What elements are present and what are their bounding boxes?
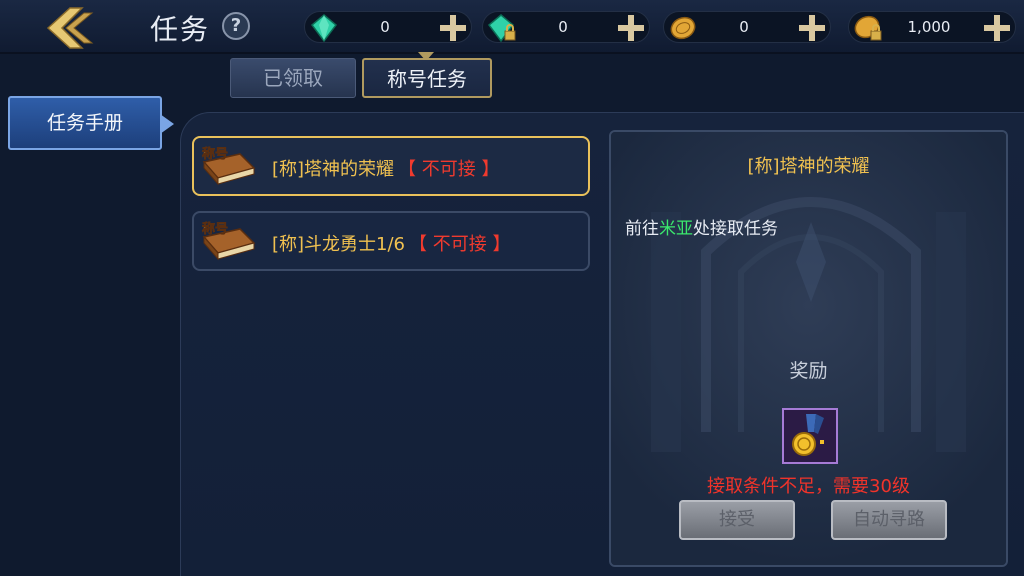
task-title: [称]塔神的荣耀 bbox=[272, 159, 395, 180]
add-bound-diamond-button[interactable] bbox=[615, 12, 647, 44]
page-title: 任务 bbox=[150, 13, 211, 46]
detail-description: 前往米亚处接取任务 bbox=[625, 214, 778, 239]
currency-value: 1,000 bbox=[907, 18, 951, 36]
desc-text: 处接取任务 bbox=[693, 219, 778, 239]
title-book-icon: 称号 bbox=[202, 146, 256, 186]
medal-icon bbox=[792, 414, 824, 456]
tab-title-quests[interactable]: 称号任务 bbox=[362, 58, 492, 98]
reward-label: 奖励 bbox=[789, 360, 828, 382]
task-name: [称]塔神的荣耀【 不可接 】 bbox=[272, 155, 500, 181]
sidebar-item-handbook[interactable]: 任务手册 bbox=[8, 96, 162, 150]
requirement-warning: 接取条件不足，需要30级 bbox=[707, 476, 910, 497]
svg-text:称号: 称号 bbox=[202, 221, 228, 237]
back-arrow-icon[interactable] bbox=[40, 3, 100, 53]
currency-value: 0 bbox=[558, 18, 568, 36]
task-status: 【 不可接 】 bbox=[409, 234, 511, 255]
currency-bound-diamond: 0 bbox=[482, 11, 650, 43]
desc-text: 前往 bbox=[625, 219, 659, 239]
task-item-tower-glory[interactable]: 称号 [称]塔神的荣耀【 不可接 】 bbox=[192, 136, 590, 196]
add-diamond-button[interactable] bbox=[437, 12, 469, 44]
task-item-dragon-warrior[interactable]: 称号 [称]斗龙勇士1/6 【 不可接 】 bbox=[192, 211, 590, 271]
temple-background-image bbox=[611, 132, 1006, 565]
tab-claimed[interactable]: 已领取 bbox=[230, 58, 356, 98]
reward-medal-item[interactable] bbox=[782, 408, 838, 464]
help-icon[interactable]: ? bbox=[222, 12, 250, 40]
currency-value: 0 bbox=[739, 18, 749, 36]
currency-diamond: 0 bbox=[304, 11, 472, 43]
currency-value: 0 bbox=[380, 18, 390, 36]
add-gold-button[interactable] bbox=[796, 12, 828, 44]
task-title: [称]斗龙勇士1/6 bbox=[272, 234, 406, 255]
npc-link[interactable]: 米亚 bbox=[659, 219, 693, 239]
accept-button[interactable]: 接受 bbox=[679, 500, 795, 540]
auto-path-button[interactable]: 自动寻路 bbox=[831, 500, 947, 540]
svg-text:称号: 称号 bbox=[202, 146, 228, 162]
currency-gold: 0 bbox=[663, 11, 831, 43]
currency-bound-gold: 1,000 bbox=[848, 11, 1016, 43]
top-bar: 任务 ? 0 0 0 1,000 bbox=[0, 0, 1024, 54]
task-detail-panel: [称]塔神的荣耀 前往米亚处接取任务 奖励 接取条件不足，需要30级 接受 自动… bbox=[609, 130, 1008, 567]
add-bound-gold-button[interactable] bbox=[981, 12, 1013, 44]
title-book-icon: 称号 bbox=[202, 221, 256, 261]
detail-title: [称]塔神的荣耀 bbox=[747, 156, 870, 177]
task-name: [称]斗龙勇士1/6 【 不可接 】 bbox=[272, 230, 510, 256]
sidebar-arrow-icon bbox=[160, 114, 174, 134]
task-status: 【 不可接 】 bbox=[398, 159, 500, 180]
